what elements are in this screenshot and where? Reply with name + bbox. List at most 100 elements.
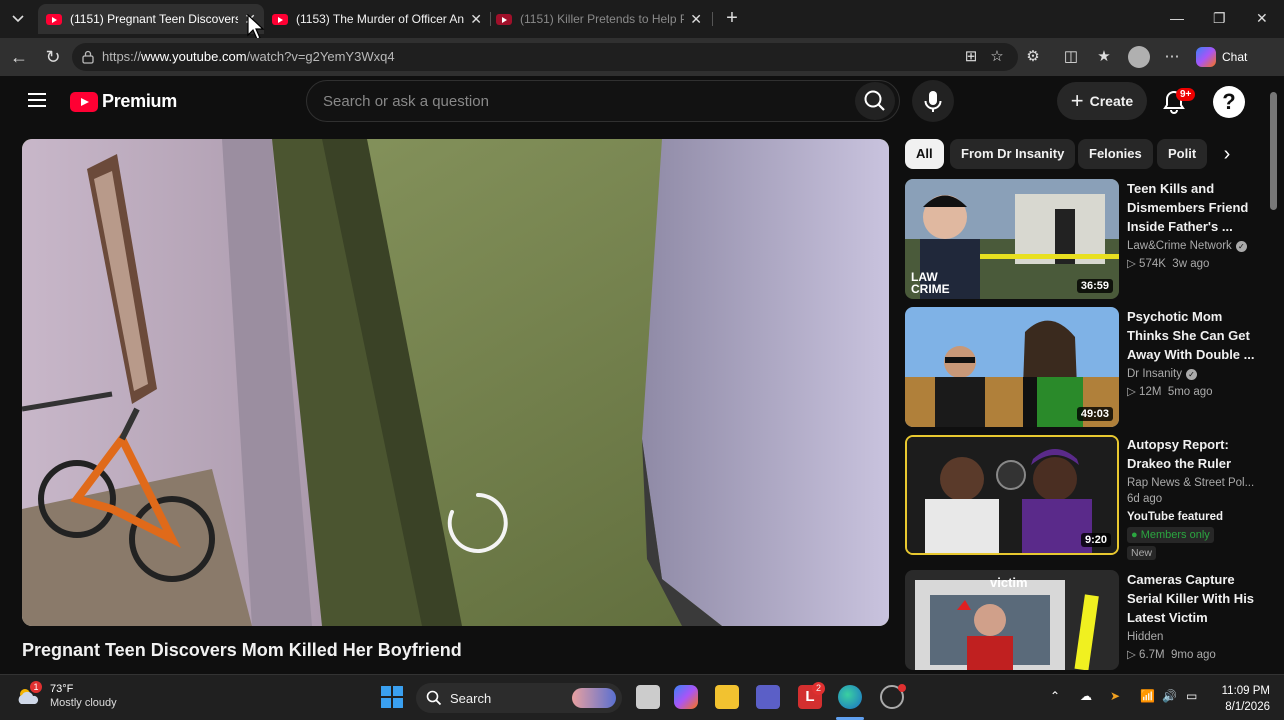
wifi-icon[interactable]: 📶 (1140, 689, 1155, 703)
video-duration: 49:03 (1076, 407, 1113, 421)
video-thumbnail[interactable]: 49:03 (905, 307, 1119, 427)
battery-icon[interactable]: ▭ (1186, 689, 1197, 703)
browser-tab-1[interactable]: (1151) Pregnant Teen Discovers M ✕ (38, 4, 264, 34)
app-install-icon[interactable]: ⊞ (962, 48, 980, 66)
onedrive-cloud-icon[interactable]: ☁ (1080, 689, 1092, 703)
youtube-play-icon (70, 91, 98, 112)
file-explorer-icon[interactable] (715, 685, 739, 709)
new-tab-button[interactable]: + (720, 6, 744, 30)
upload-age: 9mo ago (1171, 649, 1216, 661)
recommended-video-3[interactable]: 9:20 Autopsy Report: Drakeo the Ruler Ra… (905, 435, 1255, 565)
taskbar-search[interactable]: Search (416, 683, 622, 713)
video-stats: ▷ 574K 3w ago (1127, 258, 1210, 270)
video-title[interactable]: Teen Kills and Dismembers Friend Inside … (1127, 179, 1255, 236)
menu-hamburger-icon[interactable] (28, 93, 46, 107)
reload-icon[interactable]: ↻ (42, 46, 64, 68)
edge-browser-icon[interactable] (838, 685, 862, 709)
video-title[interactable]: Autopsy Report: Drakeo the Ruler (1127, 435, 1255, 473)
clock-time: 11:09 PM (1221, 685, 1270, 697)
location-arrow-icon[interactable]: ➤ (1110, 689, 1120, 703)
minimize-window-icon[interactable]: — (1170, 10, 1184, 26)
app-alert-dot (898, 684, 906, 692)
video-thumbnail[interactable]: victim (905, 570, 1119, 670)
chip-from-dr-insanity[interactable]: From Dr Insanity (950, 139, 1076, 169)
search-icon (426, 690, 442, 706)
recommended-video-2[interactable]: 49:03 Psychotic Mom Thinks She Can Get A… (905, 307, 1255, 427)
youtube-premium-logo[interactable]: Premium (70, 91, 177, 112)
more-options-icon[interactable]: ⋯ (1163, 48, 1181, 66)
address-bar[interactable]: https://www.youtube.com/watch?v=g2YemY3W… (72, 43, 1018, 71)
site-info-icon[interactable] (82, 50, 94, 64)
chip-all[interactable]: All (905, 139, 944, 169)
video-thumbnail[interactable]: 9:20 (905, 435, 1119, 555)
video-stats: ▷ 6.7M 9mo ago (1127, 649, 1216, 661)
profile-avatar[interactable] (1128, 46, 1150, 68)
close-window-icon[interactable]: ✕ (1256, 10, 1268, 27)
create-button[interactable]: + Create (1057, 82, 1147, 120)
voice-search-button[interactable] (912, 80, 954, 122)
video-meta: Cameras Capture Serial Killer With His L… (1127, 570, 1255, 661)
video-meta: Autopsy Report: Drakeo the Ruler Rap New… (1127, 435, 1255, 561)
video-meta: Psychotic Mom Thinks She Can Get Away Wi… (1127, 307, 1255, 398)
windows-start-icon[interactable] (380, 685, 404, 709)
weather-widget[interactable]: 1 73°F Mostly cloudy (16, 681, 117, 709)
back-arrow-icon[interactable]: ← (8, 46, 30, 68)
search-icon (864, 90, 885, 111)
members-only-text: Members only (1140, 529, 1210, 541)
favorite-star-icon[interactable]: ☆ (988, 48, 1006, 66)
taskbar-clock[interactable]: 11:09 PM 8/1/2026 (1212, 683, 1270, 715)
weather-description: Mostly cloudy (50, 697, 117, 709)
notification-count-badge: 9+ (1176, 88, 1196, 101)
favorites-icon[interactable]: ★ (1095, 48, 1113, 66)
chevron-right-icon[interactable]: › (1214, 141, 1240, 167)
browser-tab-strip: (1151) Pregnant Teen Discovers M ✕ (1153… (0, 0, 1284, 40)
extensions-icon[interactable]: ⚙ (1024, 48, 1042, 66)
channel-name[interactable]: Law&Crime Network (1127, 240, 1232, 252)
upload-age: 6d ago (1127, 493, 1163, 505)
search-highlight-image (572, 688, 616, 708)
video-player[interactable] (22, 139, 889, 626)
search-label: Search (450, 691, 492, 706)
task-view-icon[interactable] (636, 685, 660, 709)
members-only-badge: ● Members only (1127, 527, 1214, 543)
chip-felonies[interactable]: Felonies (1078, 139, 1153, 169)
thumbnail-text: victim (990, 575, 1028, 590)
tab-title: (1151) Pregnant Teen Discovers M (70, 12, 239, 26)
recommended-video-1[interactable]: LAW CRIME 36:59 Teen Kills and Dismember… (905, 179, 1255, 299)
youtube-featured-label: YouTube featured (1127, 511, 1224, 523)
view-count: 6.7M (1139, 649, 1165, 661)
copilot-icon[interactable] (674, 685, 698, 709)
channel-name[interactable]: Hidden (1127, 631, 1163, 643)
channel-name[interactable]: Dr Insanity (1127, 368, 1182, 380)
video-title[interactable]: Cameras Capture Serial Killer With His L… (1127, 570, 1255, 627)
browser-tab-2[interactable]: (1153) The Murder of Officer Anth ✕ (264, 4, 490, 34)
clock-date: 8/1/2026 (1225, 701, 1270, 713)
browser-tab-3[interactable]: (1151) Killer Pretends to Help Poli ✕ (488, 4, 710, 34)
loading-spinner-icon (447, 493, 508, 553)
thumbnail-text: LAW CRIME (911, 270, 950, 296)
chevron-down-icon (12, 15, 24, 23)
video-thumbnail[interactable]: LAW CRIME 36:59 (905, 179, 1119, 299)
volume-icon[interactable]: 🔊 (1162, 689, 1177, 703)
recommended-video-4[interactable]: victim Cameras Capture Serial Killer Wit… (905, 570, 1255, 670)
tab-divider (712, 12, 713, 26)
close-tab-icon[interactable]: ✕ (470, 11, 482, 28)
search-input[interactable]: Search or ask a question (306, 80, 900, 122)
chip-politics[interactable]: Polit (1157, 139, 1207, 169)
view-count: 574K (1139, 258, 1166, 270)
windows-taskbar: 1 73°F Mostly cloudy Search L 2 ⌃ ☁ ➤ 📶 … (0, 674, 1284, 720)
restore-window-icon[interactable]: ❐ (1213, 10, 1226, 27)
channel-name[interactable]: Rap News & Street Pol... (1127, 477, 1254, 489)
show-hidden-icons-chevron-icon[interactable]: ⌃ (1050, 689, 1060, 703)
create-label: Create (1089, 93, 1134, 109)
search-button[interactable] (855, 82, 895, 120)
split-screen-icon[interactable]: ◫ (1062, 48, 1080, 66)
tab-actions-menu-button[interactable] (6, 7, 30, 31)
help-button[interactable]: ? (1213, 86, 1245, 118)
copilot-chat-button[interactable]: Chat (1196, 46, 1247, 68)
video-title[interactable]: Psychotic Mom Thinks She Can Get Away Wi… (1127, 307, 1255, 364)
browser-toolbar: ← ↻ https://www.youtube.com/watch?v=g2Ye… (0, 38, 1284, 76)
teams-icon[interactable] (756, 685, 780, 709)
scrollbar-thumb[interactable] (1270, 92, 1277, 210)
close-tab-icon[interactable]: ✕ (690, 11, 702, 28)
